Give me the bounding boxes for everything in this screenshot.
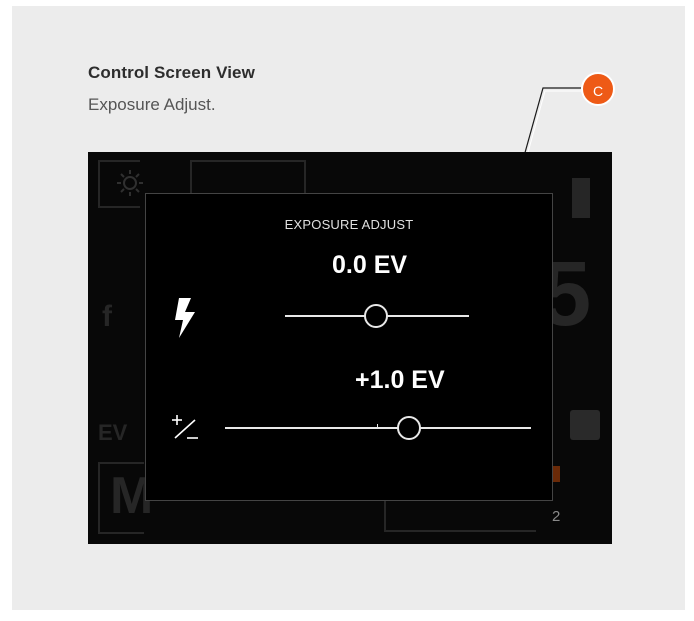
flash-icon xyxy=(175,298,195,338)
exposure-ev-value: +1.0 EV xyxy=(355,366,445,394)
exposure-slider-handle[interactable] xyxy=(397,416,421,440)
bg-ev-label: EV xyxy=(98,420,128,445)
exposure-compensation-bg-icon xyxy=(570,410,600,440)
exposure-compensation-icon xyxy=(172,415,198,439)
brightness-icon xyxy=(117,170,143,196)
camera-control-screen: 5 f EV M 2 EXPOSURE ADJUST 0.0 EV +1.0 E… xyxy=(88,152,612,544)
flash-ev-value: 0.0 EV xyxy=(332,251,408,279)
exposure-slider-center-tick xyxy=(377,424,378,429)
bg-f-label: f xyxy=(102,300,112,333)
exposure-adjust-dialog: EXPOSURE ADJUST 0.0 EV +1.0 EV xyxy=(145,193,553,501)
bg-page-index: 2 xyxy=(552,508,561,525)
exposure-adjust-title: EXPOSURE ADJUST xyxy=(284,217,414,232)
flash-slider-handle[interactable] xyxy=(364,304,388,328)
exposure-slider-track[interactable] xyxy=(225,427,531,429)
callout-badge: C xyxy=(581,72,615,106)
battery-icon xyxy=(572,178,590,218)
